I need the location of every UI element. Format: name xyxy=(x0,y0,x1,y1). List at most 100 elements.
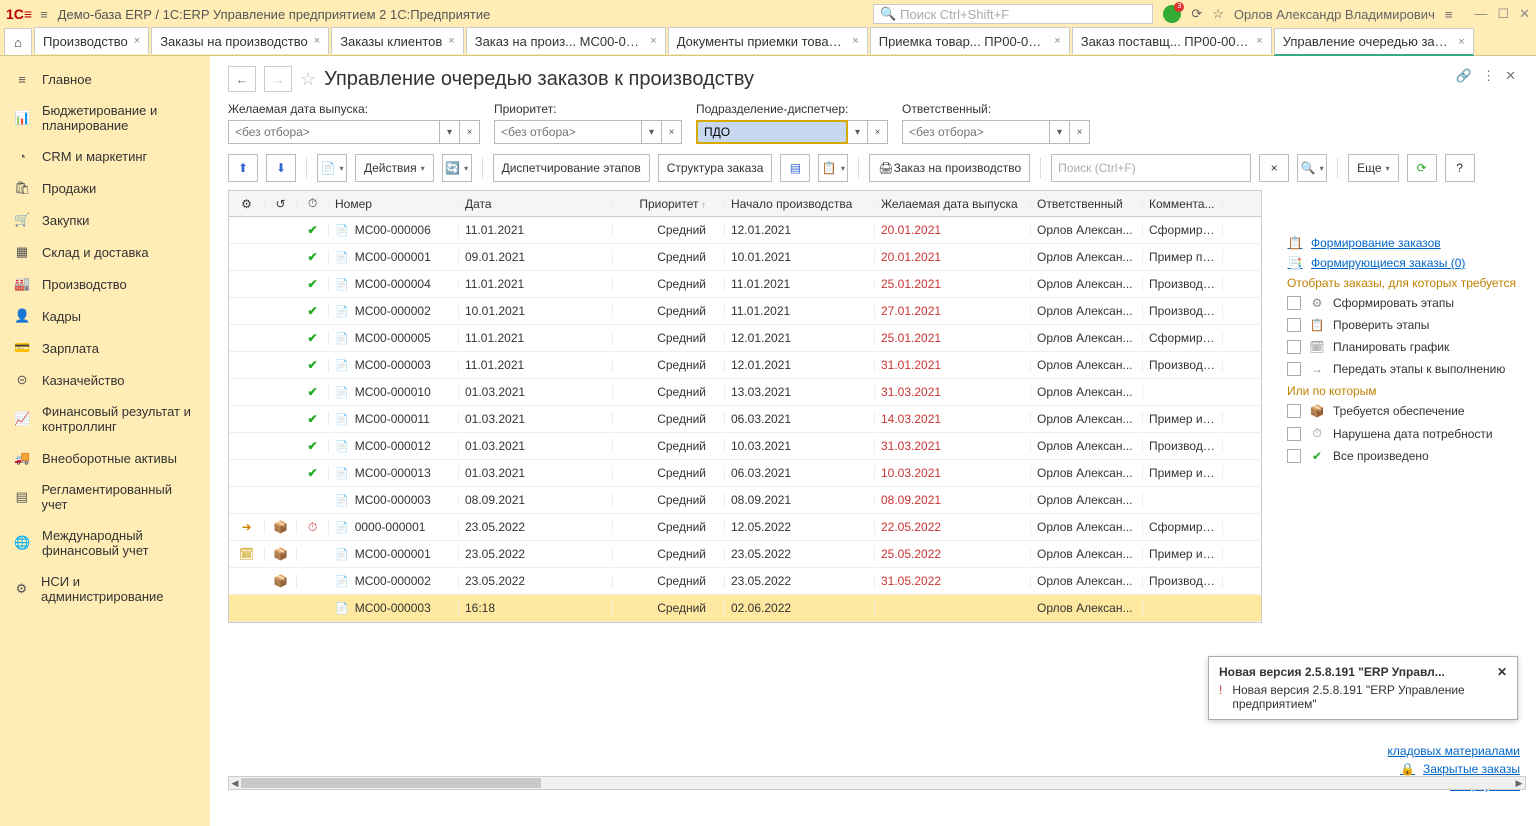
sidebar-item[interactable]: 📊Бюджетирование и планирование xyxy=(0,95,210,141)
view-button[interactable]: ▤ xyxy=(780,154,810,182)
tab[interactable]: Заказ поставщ... ПР00-000002× xyxy=(1072,27,1272,54)
table-row[interactable]: ✔📄МС00-00000311.01.2021Средний12.01.2021… xyxy=(229,352,1261,379)
more-icon[interactable]: ⋮ xyxy=(1482,68,1495,84)
filter-dept-dropdown[interactable]: ▾ xyxy=(848,120,868,144)
table-row[interactable]: ✔📄МС00-00001201.03.2021Средний10.03.2021… xyxy=(229,433,1261,460)
table-search-clear[interactable]: × xyxy=(1259,154,1289,182)
checkbox[interactable] xyxy=(1287,296,1301,310)
forming-orders-link[interactable]: 📑Формирующиеся заказы (0) xyxy=(1287,256,1522,270)
sidebar-item[interactable]: ≡Главное xyxy=(0,64,210,95)
global-search-input[interactable]: 🔍 Поиск Ctrl+Shift+F xyxy=(873,4,1153,24)
col-icon1[interactable]: ⚙ xyxy=(229,197,265,211)
checkbox[interactable] xyxy=(1287,340,1301,354)
table-row[interactable]: ✔📄МС00-00001001.03.2021Средний13.03.2021… xyxy=(229,379,1261,406)
tab-close-icon[interactable]: × xyxy=(1458,36,1464,48)
rpanel-item[interactable]: 📋Проверить этапы xyxy=(1287,318,1522,332)
filter-pri-dropdown[interactable]: ▾ xyxy=(642,120,662,144)
table-row[interactable]: 🗓📦📄МС00-00000123.05.2022Средний23.05.202… xyxy=(229,541,1261,568)
table-row[interactable]: ✔📄МС00-00000511.01.2021Средний12.01.2021… xyxy=(229,325,1261,352)
find-button[interactable]: 🔍▾ xyxy=(1297,154,1327,182)
filter-pri-input[interactable] xyxy=(494,120,642,144)
tab-close-icon[interactable]: × xyxy=(1054,35,1060,47)
filter-resp-input[interactable] xyxy=(902,120,1050,144)
table-row[interactable]: ✔📄МС00-00000611.01.2021Средний12.01.2021… xyxy=(229,217,1261,244)
user-name[interactable]: Орлов Александр Владимирович xyxy=(1234,7,1435,22)
sidebar-item[interactable]: 🌐Международный финансовый учет xyxy=(0,520,210,566)
print-order-button[interactable]: 🖨 Заказ на производство xyxy=(869,154,1030,182)
checkbox[interactable] xyxy=(1287,449,1301,463)
copy-button[interactable]: 📄▾ xyxy=(317,154,347,182)
checkbox[interactable] xyxy=(1287,427,1301,441)
table-row[interactable]: ➜📦⏱📄0000-00000123.05.2022Средний12.05.20… xyxy=(229,514,1261,541)
home-tab[interactable]: ⌂ xyxy=(4,28,32,55)
tab-close-icon[interactable]: × xyxy=(448,35,454,47)
col-priority[interactable]: Приоритет↑ xyxy=(613,197,725,211)
sidebar-item[interactable]: 💳Зарплата xyxy=(0,332,210,364)
closed-orders-link[interactable]: 🔒Закрытые заказы xyxy=(1388,762,1520,776)
status-badge[interactable]: 3 xyxy=(1163,5,1181,23)
minimize-icon[interactable]: — xyxy=(1474,6,1487,22)
filter-dept-clear[interactable]: × xyxy=(868,120,888,144)
sidebar-item[interactable]: ▦Склад и доставка xyxy=(0,236,210,268)
more-button[interactable]: Еще▾ xyxy=(1348,154,1398,182)
table-row[interactable]: 📦📄МС00-00000223.05.2022Средний23.05.2022… xyxy=(229,568,1261,595)
notification-close-icon[interactable]: ✕ xyxy=(1497,665,1507,679)
star-icon[interactable]: ☆ xyxy=(1212,6,1224,22)
table-row[interactable]: ✔📄МС00-00001101.03.2021Средний06.03.2021… xyxy=(229,406,1261,433)
favorite-icon[interactable]: ☆ xyxy=(300,69,316,90)
menu-icon[interactable]: ≡ xyxy=(40,7,48,22)
col-date[interactable]: Дата xyxy=(459,197,613,211)
nav-forward-button[interactable]: → xyxy=(264,66,292,92)
col-resp[interactable]: Ответственный xyxy=(1031,197,1143,211)
form-orders-link[interactable]: 📋Формирование заказов xyxy=(1287,236,1522,250)
maximize-icon[interactable]: ☐ xyxy=(1497,6,1509,22)
rpanel-item[interactable]: ⏱Нарушена дата потребности xyxy=(1287,426,1522,441)
move-up-button[interactable]: ⬆ xyxy=(228,154,258,182)
report-button[interactable]: 📋▾ xyxy=(818,154,848,182)
rpanel-item[interactable]: ⚙Сформировать этапы xyxy=(1287,296,1522,310)
sidebar-item[interactable]: 🏭Производство xyxy=(0,268,210,300)
checkbox[interactable] xyxy=(1287,362,1301,376)
help-button[interactable]: ? xyxy=(1445,154,1475,182)
tab-close-icon[interactable]: × xyxy=(314,35,320,47)
link-icon[interactable]: 🔗 xyxy=(1456,68,1472,84)
tab-close-icon[interactable]: × xyxy=(1256,35,1262,47)
table-row[interactable]: ✔📄МС00-00001301.03.2021Средний06.03.2021… xyxy=(229,460,1261,487)
tab[interactable]: Приемка товар... ПР00-000001× xyxy=(870,27,1070,54)
sidebar-item[interactable]: ◔CRM и маркетинг xyxy=(0,141,210,172)
table-search-input[interactable]: Поиск (Ctrl+F) xyxy=(1051,154,1251,182)
col-icon2[interactable]: ↺ xyxy=(265,197,297,211)
rpanel-item[interactable]: 🗓Планировать график xyxy=(1287,340,1522,354)
checkbox[interactable] xyxy=(1287,318,1301,332)
tab[interactable]: Документы приемки товаров...× xyxy=(668,27,868,54)
col-number[interactable]: Номер xyxy=(329,197,459,211)
sidebar-item[interactable]: 🛒Закупки xyxy=(0,204,210,236)
sidebar-item[interactable]: ⚙НСИ и администрирование xyxy=(0,566,210,612)
col-icon3[interactable]: ⏱ xyxy=(297,196,329,211)
filter-due-dropdown[interactable]: ▾ xyxy=(440,120,460,144)
rpanel-item[interactable]: 📦Требуется обеспечение xyxy=(1287,404,1522,418)
dispatch-stages-button[interactable]: Диспетчирование этапов xyxy=(493,154,650,182)
user-menu-icon[interactable]: ≡ xyxy=(1445,7,1453,22)
sidebar-item[interactable]: 📈Финансовый результат и контроллинг xyxy=(0,396,210,442)
sidebar-item[interactable]: 🛍Продажи xyxy=(0,172,210,204)
rpanel-item[interactable]: →Передать этапы к выполнению xyxy=(1287,362,1522,376)
filter-pri-clear[interactable]: × xyxy=(662,120,682,144)
reload-button[interactable]: ⟳ xyxy=(1407,154,1437,182)
actions-button[interactable]: Действия▾ xyxy=(355,154,434,182)
refresh-button[interactable]: 🔄▾ xyxy=(442,154,472,182)
close-page-icon[interactable]: ✕ xyxy=(1505,68,1516,84)
warehouse-materials-link[interactable]: кладовых материалами xyxy=(1388,744,1520,758)
filter-due-clear[interactable]: × xyxy=(460,120,480,144)
sidebar-item[interactable]: 👤Кадры xyxy=(0,300,210,332)
table-row[interactable]: ✔📄МС00-00000210.01.2021Средний11.01.2021… xyxy=(229,298,1261,325)
tab[interactable]: Заказы на производство× xyxy=(151,27,329,54)
tab-close-icon[interactable]: × xyxy=(650,35,656,47)
history-icon[interactable]: ⟳ xyxy=(1191,6,1202,22)
order-structure-button[interactable]: Структура заказа xyxy=(658,154,773,182)
horizontal-scrollbar[interactable]: ◀▶ xyxy=(228,776,1526,790)
filter-dept-input[interactable] xyxy=(696,120,848,144)
table-row[interactable]: ✔📄МС00-00000411.01.2021Средний11.01.2021… xyxy=(229,271,1261,298)
sidebar-item[interactable]: 🚚Внеоборотные активы xyxy=(0,442,210,474)
table-row[interactable]: ✔📄МС00-00000109.01.2021Средний10.01.2021… xyxy=(229,244,1261,271)
